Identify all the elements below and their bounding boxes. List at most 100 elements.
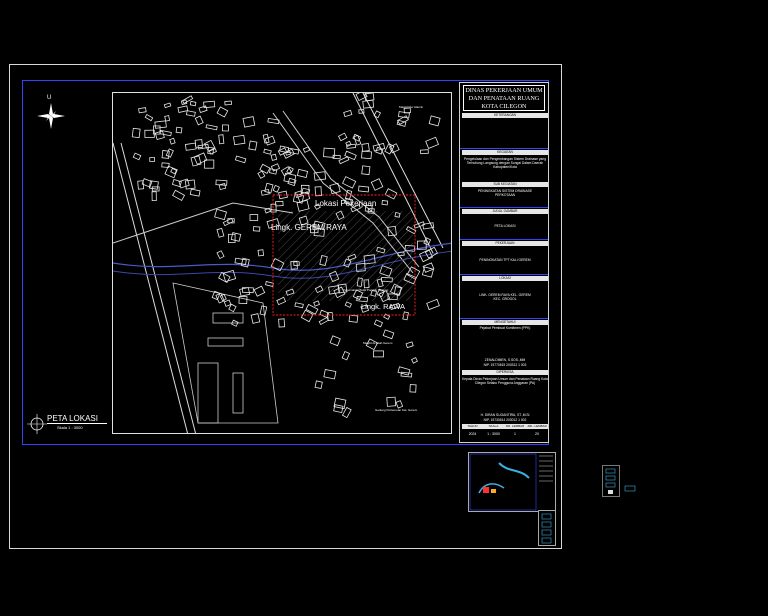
building-footprint xyxy=(171,179,182,188)
building-footprint xyxy=(361,143,370,152)
building-footprint xyxy=(343,109,353,118)
building-footprint xyxy=(214,208,228,221)
sub-kegiatan-label: SUB KEGIATAN xyxy=(462,182,548,187)
bottom-nip: NIP. 19730814 200012 1 002 xyxy=(483,418,527,422)
table-header-cell: JML. LEMBAR xyxy=(527,424,547,428)
viewport-thumbnail-detail[interactable] xyxy=(602,465,620,497)
divider xyxy=(460,274,548,275)
map-label-small-3: Masjid Al-Islah Gerem xyxy=(363,341,393,345)
building-footprint xyxy=(177,105,189,113)
building-footprint xyxy=(239,287,251,297)
viewport-thumbnail-stack[interactable] xyxy=(538,510,556,546)
viewport-thumbnail-small[interactable] xyxy=(624,480,636,492)
building-footprint xyxy=(296,199,310,212)
building-footprint xyxy=(194,115,204,126)
building-footprint xyxy=(264,135,276,146)
building-footprint xyxy=(223,299,232,307)
building-footprint xyxy=(205,124,218,131)
judul-gambar-text: PETA LOKASI xyxy=(494,224,516,228)
thumbnail-small-drawing xyxy=(624,485,636,492)
building-footprint xyxy=(278,318,286,328)
mengetahui-label: MENGETAHUI xyxy=(462,320,548,325)
building-footprint xyxy=(216,250,225,260)
building-footprint xyxy=(238,295,248,304)
thumbnail-detail-drawing xyxy=(605,468,616,494)
pekerjaan-text: PENINGKATAN TPT KALI GEREM xyxy=(479,258,531,262)
kegiatan-label: KEGIATAN xyxy=(462,150,548,155)
legend-underline xyxy=(47,423,107,424)
signer-name: ZENALDIMEN, S.SOS.,MM xyxy=(484,358,526,362)
building-footprint xyxy=(382,329,395,340)
building-footprint xyxy=(296,168,309,178)
title-block: DINAS PEKERJAAN UMUM DAN PENATAAN RUANG … xyxy=(459,82,549,443)
bottom-name: H. DIRAN SUGANTIRA, ST.,M.Si xyxy=(480,413,530,417)
lokasi-label: LOKASI xyxy=(462,276,548,281)
agency-line-1: DINAS PEKERJAAN UMUM xyxy=(465,87,543,94)
legend-title: PETA LOKASI xyxy=(47,414,98,423)
label-lokasi-pekerjaan: Lokasi Pekerjaan xyxy=(315,199,377,208)
building-footprint xyxy=(172,189,186,201)
building-footprint xyxy=(370,178,384,191)
agency-header: DINAS PEKERJAAN UMUM DAN PENATAAN RUANG … xyxy=(463,85,545,111)
building-footprint xyxy=(341,350,351,361)
building-footprint xyxy=(164,115,171,122)
building-footprint xyxy=(344,301,352,308)
signer-nip: NIP. 19770815 200312 1 003 xyxy=(483,363,527,367)
table-cell: 1 xyxy=(514,432,516,436)
building-footprint xyxy=(175,126,183,134)
building-footprint xyxy=(428,115,441,127)
building-footprint xyxy=(426,298,440,311)
building-footprint xyxy=(395,400,404,409)
building-footprint xyxy=(248,140,258,151)
sheet-info-table: TAHUN SKALA NO. LEMBAR JML. LEMBAR 2024 … xyxy=(462,424,548,442)
site-map xyxy=(113,93,451,433)
building-footprint xyxy=(278,190,288,200)
building-footprint xyxy=(204,159,215,169)
keterangan-label: KETERANGAN xyxy=(462,113,548,118)
diperiksa-label: DIPERIKSA xyxy=(462,370,548,375)
map-viewport[interactable]: Lokasi Pekerjaan Lingk. GEREM RAYA Lingk… xyxy=(112,92,452,434)
building-footprint xyxy=(230,232,242,242)
building-footprint xyxy=(425,136,440,149)
building-footprint xyxy=(358,109,365,114)
divider xyxy=(460,239,548,240)
building-footprint xyxy=(144,113,154,122)
building-footprint xyxy=(333,404,344,414)
building-footprint xyxy=(372,350,384,358)
table-cell: 1 : 3000 xyxy=(487,432,500,436)
north-arrow-icon: U xyxy=(34,95,68,131)
building-footprint xyxy=(337,132,348,142)
building-footprint xyxy=(361,165,371,176)
divider xyxy=(460,318,548,319)
judul-gambar-label: JUDUL GAMBAR xyxy=(462,209,548,214)
building-footprint xyxy=(381,200,389,206)
target-icon xyxy=(27,414,47,434)
building-footprint xyxy=(282,148,295,159)
building-footprint xyxy=(263,148,272,155)
building-footprint xyxy=(189,188,201,197)
building-footprint xyxy=(314,186,322,197)
building-footprint xyxy=(194,139,204,149)
building-footprint xyxy=(272,184,280,193)
building-footprint xyxy=(184,142,197,151)
building-footprint xyxy=(318,316,329,326)
map-label-small-1: Masjid Nur Alamin xyxy=(399,105,424,109)
building-footprint xyxy=(259,163,271,174)
building-footprint xyxy=(132,152,142,161)
building-footprint xyxy=(242,116,256,128)
building-footprint xyxy=(342,176,357,189)
building-footprint xyxy=(252,226,261,232)
viewport-thumbnail-site[interactable] xyxy=(468,452,556,512)
building-footprint xyxy=(149,157,155,162)
building-footprint xyxy=(386,396,397,407)
building-footprint xyxy=(216,227,225,238)
building-footprint xyxy=(219,293,227,302)
building-footprint xyxy=(198,105,208,113)
building-footprint xyxy=(257,170,266,179)
table-header-cell: SKALA xyxy=(488,424,499,428)
building-footprint xyxy=(361,150,372,160)
building-footprint xyxy=(275,200,284,207)
building-footprint xyxy=(358,185,370,193)
agency-line-3: KOTA CILEGON xyxy=(481,103,527,110)
legend-scale: Skala 1 : 3000 xyxy=(57,425,83,430)
